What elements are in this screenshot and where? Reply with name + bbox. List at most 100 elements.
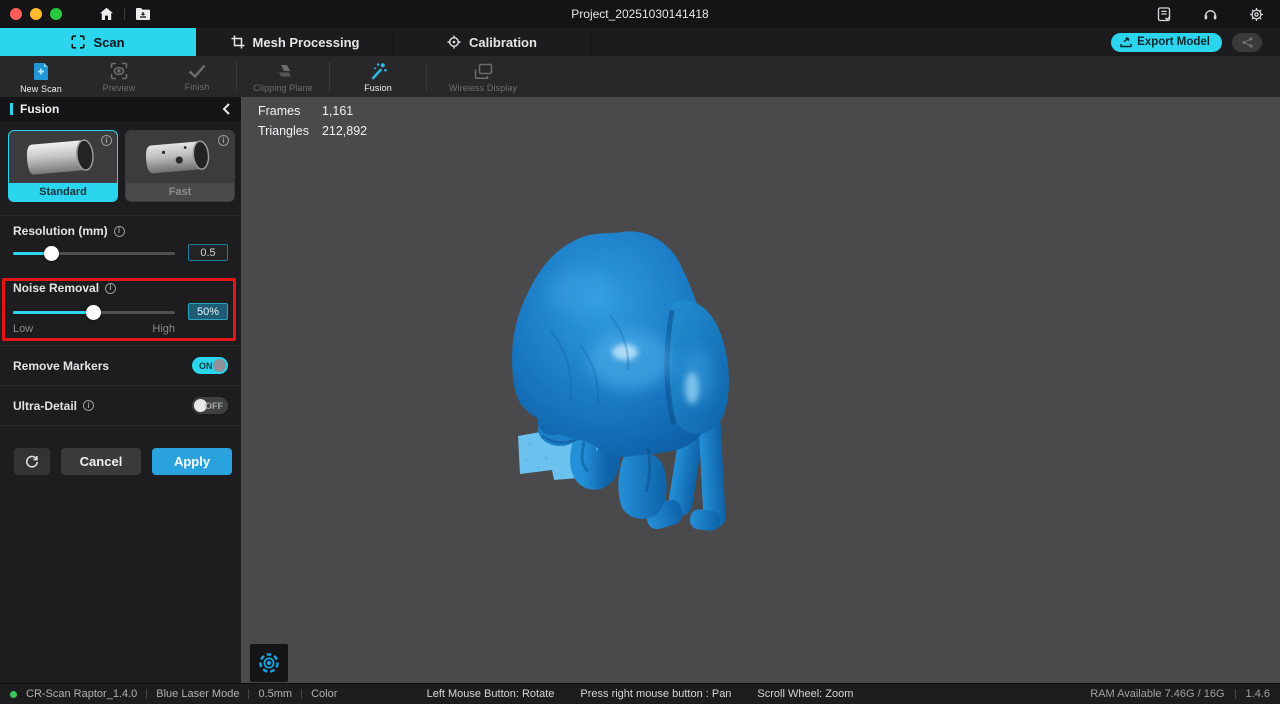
app-window: Project_20251030141418 — [0, 0, 1280, 704]
noise-removal-slider[interactable] — [13, 311, 175, 314]
toolbar-new-scan[interactable]: New Scan — [2, 56, 80, 97]
viewport-3d[interactable]: Frames 1,161 Triangles 212,892 — [241, 97, 1280, 683]
reset-button[interactable] — [14, 448, 50, 475]
mode-label: Fast — [126, 183, 234, 201]
mode-label: Standard — [9, 183, 117, 201]
noise-removal-label: Noise Removal — [13, 281, 99, 295]
toolbar-label: New Scan — [20, 84, 62, 94]
noise-removal-info-icon[interactable] — [105, 283, 116, 294]
resolution-info-icon[interactable] — [114, 226, 125, 237]
fusion-settings-panel: Fusion — [0, 97, 241, 683]
hint-zoom: Scroll Wheel: Zoom — [757, 688, 853, 700]
toolbar-label: Preview — [103, 83, 136, 93]
standard-info-icon[interactable] — [101, 135, 112, 146]
fusion-wand-icon — [369, 62, 388, 80]
accent-bar — [10, 103, 13, 115]
mode-card-fast[interactable]: Fast — [125, 130, 235, 202]
remove-markers-toggle[interactable]: ON — [192, 357, 228, 374]
ultra-detail-row: Ultra-Detail OFF — [13, 397, 228, 414]
panel-header: Fusion — [0, 97, 241, 121]
panel-title: Fusion — [20, 102, 59, 116]
recenter-view-button[interactable] — [250, 644, 288, 682]
apply-button[interactable]: Apply — [152, 448, 232, 475]
toggle-knob — [213, 359, 226, 372]
scan-stats: Frames 1,161 Triangles 212,892 — [258, 104, 367, 138]
wireless-display-icon — [474, 63, 493, 80]
export-model-label: Export Model — [1137, 36, 1210, 48]
mouse-hints: Left Mouse Button: Rotate Press right mo… — [427, 688, 854, 700]
toolbar-wireless-display[interactable]: Wireless Display — [427, 56, 539, 97]
toolbar-label: Finish — [185, 82, 210, 92]
status-separator — [301, 689, 302, 699]
mode-card-standard[interactable]: Standard — [8, 130, 118, 202]
scan-resolution: 0.5mm — [258, 688, 292, 700]
apply-label: Apply — [174, 454, 210, 469]
resolution-section-label: Resolution (mm) — [13, 224, 125, 238]
low-label: Low — [13, 323, 33, 335]
tab-label: Calibration — [469, 35, 537, 50]
scanned-model-elephant[interactable] — [480, 210, 780, 550]
cancel-label: Cancel — [80, 454, 123, 469]
toolbar-label: Wireless Display — [449, 83, 517, 93]
project-title: Project_20251030141418 — [0, 7, 1280, 21]
gear-icon — [1249, 7, 1264, 22]
toolbar-label: Clipping Plane — [253, 83, 312, 93]
toggle-state-label: OFF — [205, 401, 223, 411]
model-body-lower — [618, 448, 666, 519]
toolbar-finish[interactable]: Finish — [158, 56, 236, 97]
ultra-detail-label: Ultra-Detail — [13, 399, 77, 413]
share-button[interactable] — [1232, 33, 1262, 52]
tab-scan[interactable]: Scan — [0, 28, 197, 56]
resolution-value-box[interactable]: 0.5 — [188, 244, 228, 261]
finish-check-icon — [187, 63, 207, 79]
locate-target-icon — [258, 652, 280, 674]
frames-label: Frames — [258, 104, 309, 118]
toolbar-fusion[interactable]: Fusion — [330, 56, 426, 97]
cancel-button[interactable]: Cancel — [61, 448, 141, 475]
triangles-label: Triangles — [258, 124, 309, 138]
toolbar-clipping-plane[interactable]: Clipping Plane — [237, 56, 329, 97]
noise-removal-value: 50% — [197, 306, 219, 318]
toolbar-preview[interactable]: Preview — [80, 56, 158, 97]
support-button[interactable] — [1198, 3, 1222, 25]
section-divider — [0, 345, 241, 346]
section-divider — [0, 385, 241, 386]
tab-label: Scan — [93, 35, 124, 50]
toggle-state-label: ON — [199, 361, 213, 371]
noise-removal-value-box[interactable]: 50% — [188, 303, 228, 320]
resolution-label: Resolution (mm) — [13, 224, 108, 238]
preview-icon — [110, 62, 128, 80]
color-mode: Color — [311, 688, 337, 700]
resolution-slider-knob[interactable] — [44, 246, 59, 261]
fast-info-icon[interactable] — [218, 135, 229, 146]
frames-value: 1,161 — [322, 104, 367, 118]
ram-available: RAM Available 7.46G / 16G — [1090, 688, 1224, 700]
tab-calibration[interactable]: Calibration — [394, 28, 591, 56]
changelog-button[interactable] — [1152, 3, 1176, 25]
clipping-plane-eraser-icon — [274, 63, 293, 80]
resolution-slider[interactable] — [13, 252, 175, 255]
scan-frame-icon — [71, 35, 85, 49]
export-model-button[interactable]: Export Model — [1111, 33, 1222, 52]
noise-removal-section-label: Noise Removal — [13, 281, 116, 295]
headset-icon — [1203, 7, 1218, 22]
noise-removal-slider-knob[interactable] — [86, 305, 101, 320]
system-status: RAM Available 7.46G / 16G 1.4.6 — [1090, 688, 1270, 700]
ultra-detail-info-icon[interactable] — [83, 400, 94, 411]
export-icon — [1120, 37, 1132, 48]
tab-mesh-processing[interactable]: Mesh Processing — [197, 28, 394, 56]
remove-markers-row: Remove Markers ON — [13, 357, 228, 374]
settings-button[interactable] — [1244, 3, 1268, 25]
app-version: 1.4.6 — [1246, 688, 1270, 700]
status-separator — [1235, 689, 1236, 699]
device-status: CR-Scan Raptor_1.4.0 Blue Laser Mode 0.5… — [10, 688, 337, 700]
collapse-panel-button[interactable] — [218, 101, 234, 117]
laser-mode: Blue Laser Mode — [156, 688, 239, 700]
scan-toolbar: New Scan Preview Finish Clipp — [0, 56, 1280, 97]
ultra-detail-toggle[interactable]: OFF — [192, 397, 228, 414]
mesh-crop-icon — [231, 35, 245, 49]
new-scan-icon — [33, 62, 50, 81]
statusbar: CR-Scan Raptor_1.4.0 Blue Laser Mode 0.5… — [0, 683, 1280, 704]
resolution-value: 0.5 — [200, 247, 215, 259]
remove-markers-label: Remove Markers — [13, 359, 109, 373]
